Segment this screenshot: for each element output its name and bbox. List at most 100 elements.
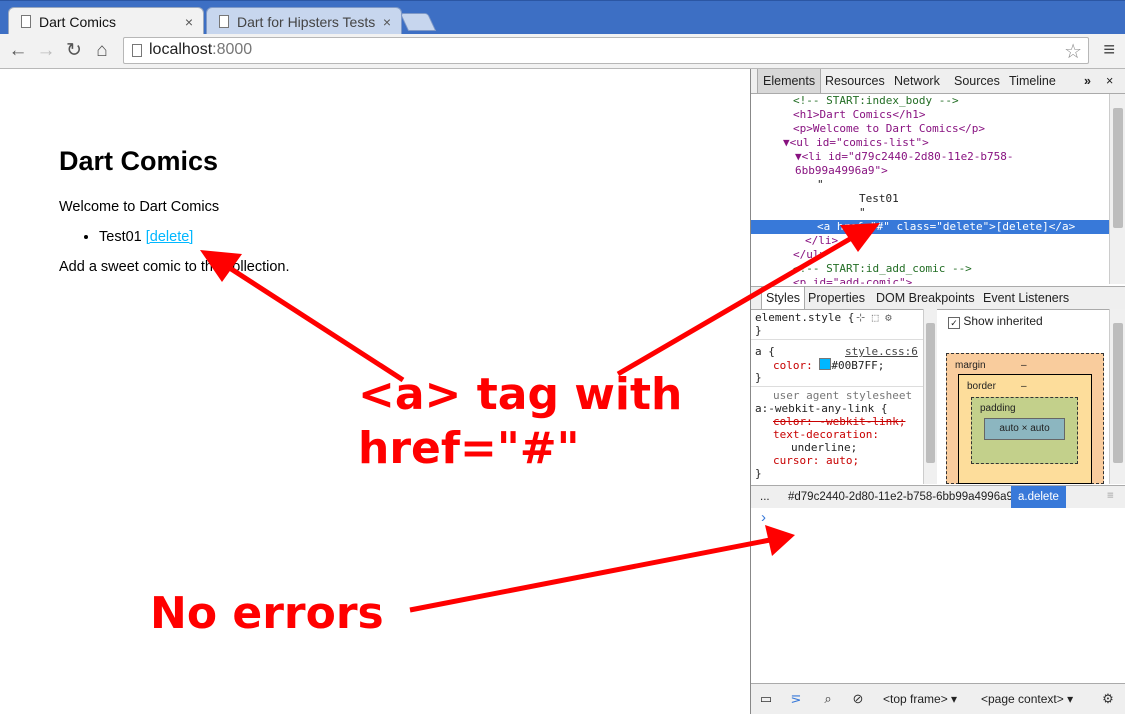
new-tab-button[interactable] [399,13,437,31]
dom-node[interactable]: ▼<ul id="comics-list"> [783,136,929,150]
tab-network[interactable]: Network [889,69,945,93]
metrics-scrollbar[interactable] [1109,309,1125,484]
dom-node[interactable]: </ul> [793,248,826,262]
star-icon[interactable]: ☆ [1064,39,1082,64]
close-brace: } [755,467,762,480]
tab-close-icon[interactable]: × [383,8,391,36]
margin-label: margin [955,360,986,371]
dom-node[interactable]: <h1>Dart Comics</h1> [793,108,925,122]
gear-icon[interactable]: ⚙ [1099,691,1117,707]
page-favicon-icon [21,15,31,28]
devtools-status-bar: ▭ ⋝ ⌕ ⊘ <top frame> ▾ <page context> ▾ ⚙ [751,683,1125,714]
color-property[interactable]: color: #00B7FF; [773,358,884,372]
ua-selector: a:-webkit-any-link { [755,402,888,415]
dom-text-node[interactable]: Test01 [859,192,899,206]
padding-label: padding [980,403,1016,414]
rule-divider [751,386,923,387]
page-content: Dart Comics Welcome to Dart Comics Test0… [0,69,750,714]
close-brace: } [755,324,762,337]
new-rule-icon[interactable]: ⊹ ⬚ ⚙ [856,311,892,324]
breadcrumb-li[interactable]: #d79c2440-2d80-11e2-b758-6bb99a4996a9 [781,486,1020,508]
add-comic-text: Add a sweet comic to the collection. [59,259,290,275]
styles-pane: element.style { ⊹ ⬚ ⚙ } a { style.css:6 … [751,309,923,484]
tab-timeline[interactable]: Timeline [1004,69,1061,93]
ua-text-decoration-property: text-decoration: [773,428,879,441]
tab-strip: Dart Comics × Dart for Hipsters Tests × [0,0,1125,35]
rule-source-link[interactable]: style.css:6 [845,345,918,358]
border-label: border [967,381,996,392]
tab-event-listeners[interactable]: Event Listeners [979,287,1073,309]
tab-dart-comics[interactable]: Dart Comics × [8,7,204,35]
dom-text-node[interactable]: " [859,206,866,220]
devtools-panel: Elements Resources Network Sources Timel… [750,69,1125,714]
scrollbar-thumb[interactable] [1113,323,1123,463]
console-prompt[interactable]: › [761,509,766,526]
address-bar[interactable]: localhost:8000 ☆ [123,37,1089,64]
dom-node[interactable]: <p>Welcome to Dart Comics</p> [793,122,985,136]
tab-resources[interactable]: Resources [820,69,890,93]
menu-icon[interactable]: ≡ [1103,39,1115,62]
search-icon[interactable]: ⌕ [819,691,837,707]
frame-select[interactable]: <top frame> ▾ [883,691,957,707]
scrollbar-thumb[interactable] [926,323,935,463]
ua-color-property: color: -webkit-link; [773,415,906,428]
dom-node[interactable]: ▼<li id="d79c2440-2d80-11e2-b758- [795,150,1014,164]
arrow-left-icon[interactable]: ← [6,39,30,63]
tab-title: Dart Comics [39,14,117,30]
close-icon[interactable]: × [1101,69,1118,93]
dom-text-node[interactable]: " [817,178,824,192]
dom-node[interactable]: <!-- START:index_body --> [793,94,959,108]
dock-icon[interactable]: ▭ [757,691,775,707]
ua-cursor-property: cursor: auto; [773,454,860,467]
reload-icon[interactable]: ↻ [62,39,86,63]
scrollbar-thumb[interactable] [1113,108,1123,228]
comic-title: Test01 [99,229,142,245]
dom-node-selected[interactable]: <a href="#" class="delete">[delete]</a> [751,220,1109,235]
element-style-selector[interactable]: element.style { [755,311,854,324]
show-inherited-checkbox[interactable]: ✓ Show inherited [948,314,1043,329]
devtools-tabs: Elements Resources Network Sources Timel… [751,69,1125,94]
tab-sources[interactable]: Sources [949,69,1005,93]
url-text[interactable]: localhost:8000 [149,41,252,59]
tab-dom-breakpoints[interactable]: DOM Breakpoints [872,287,979,309]
arrow-right-icon[interactable]: → [34,39,58,63]
welcome-text: Welcome to Dart Comics [59,199,220,215]
tab-dart-for-hipsters-tests[interactable]: Dart for Hipsters Tests × [206,7,402,35]
styles-scrollbar[interactable] [923,309,937,484]
tab-properties[interactable]: Properties [804,287,869,309]
breadcrumb: ... #d79c2440-2d80-11e2-b758-6bb99a4996a… [751,485,1125,509]
home-icon[interactable]: ⌂ [90,39,114,63]
page-title: Dart Comics [59,146,219,176]
delete-link[interactable]: [delete] [146,229,194,245]
ua-stylesheet-label: user agent stylesheet [773,389,913,402]
more-tabs-icon[interactable]: » [1079,69,1096,93]
dom-scrollbar[interactable] [1109,94,1125,284]
browser-toolbar: ← → ↻ ⌂ localhost:8000 ☆ ≡ [0,34,1125,69]
console-icon[interactable]: ⋝ [787,691,805,707]
page-icon [132,44,142,57]
context-select[interactable]: <page context> ▾ [981,691,1073,707]
dom-node[interactable]: 6bb99a4996a9"> [795,164,888,178]
tab-title: Dart for Hipsters Tests [237,14,376,30]
drawer-handle-icon[interactable]: ≡ [1107,490,1114,502]
dom-node[interactable]: <p id="add-comic"> [793,276,912,284]
border-value: – [1021,381,1027,392]
color-swatch[interactable] [819,358,832,370]
content-box: auto × auto [984,418,1065,440]
comics-list: Test01 [delete] [59,229,193,245]
ua-text-decoration-value: underline; [791,441,858,454]
dom-node[interactable]: <!-- START:id_add_comic --> [793,262,972,276]
tab-close-icon[interactable]: × [185,8,193,36]
dom-tree: <!-- START:index_body --> <h1>Dart Comic… [751,94,1109,284]
tab-elements[interactable]: Elements [757,69,822,93]
tab-styles[interactable]: Styles [761,287,806,309]
rule-divider [751,339,923,340]
metrics-pane: ✓ Show inherited margin – border – paddi… [938,309,1108,484]
dom-node[interactable]: </li> [805,234,838,248]
breadcrumb-a[interactable]: a.delete [1011,486,1066,508]
clear-console-icon[interactable]: ⊘ [849,691,867,707]
rule-selector[interactable]: a { [755,345,775,358]
console-pane[interactable]: › [751,508,1125,683]
close-brace: } [755,371,762,384]
breadcrumb-more[interactable]: ... [753,486,777,508]
